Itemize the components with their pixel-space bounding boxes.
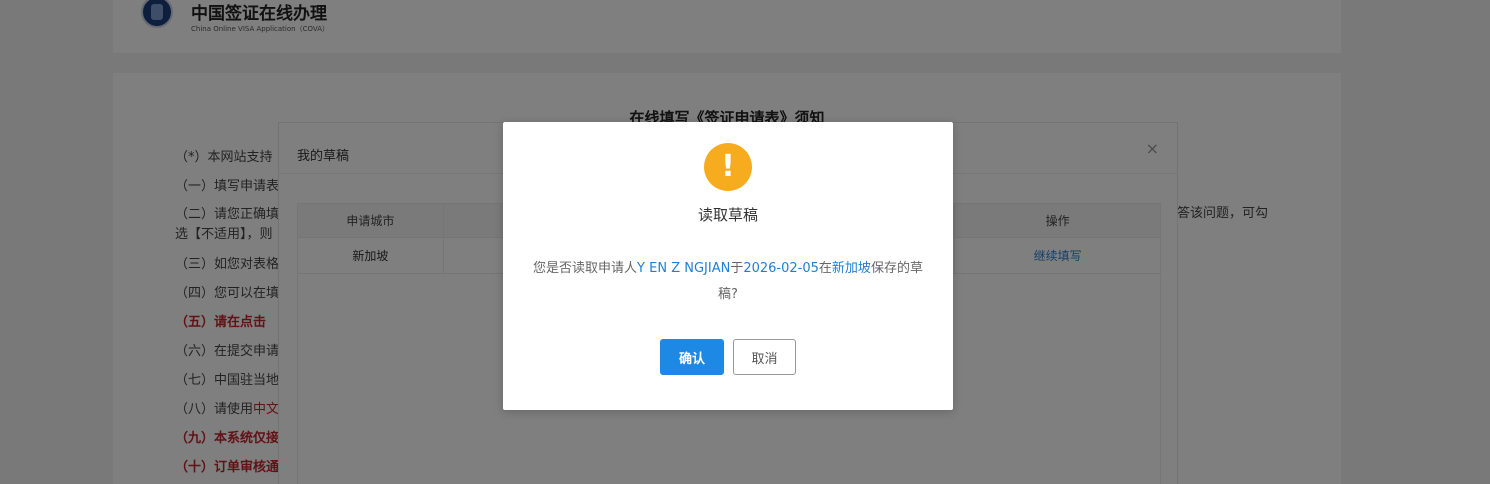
dialog-title: 读取草稿 bbox=[697, 206, 758, 224]
applicant-name: Y EN Z NGJIAN bbox=[637, 261, 731, 276]
message-mid: 于 bbox=[730, 261, 744, 276]
dialog-message: 您是否读取申请人Y EN Z NGJIAN于2026-02-05在新加坡保存的草… bbox=[527, 256, 929, 308]
cancel-button[interactable]: 取消 bbox=[733, 339, 796, 375]
draft-date: 2026-02-05 bbox=[743, 261, 819, 276]
confirm-button[interactable]: 确认 bbox=[660, 339, 724, 375]
draft-city: 新加坡 bbox=[831, 261, 871, 276]
message-mid2: 在 bbox=[818, 261, 832, 276]
message-prefix: 您是否读取申请人 bbox=[533, 261, 638, 276]
read-draft-dialog: ! 读取草稿 您是否读取申请人Y EN Z NGJIAN于2026-02-05在… bbox=[503, 122, 953, 410]
warning-icon: ! bbox=[704, 143, 752, 191]
